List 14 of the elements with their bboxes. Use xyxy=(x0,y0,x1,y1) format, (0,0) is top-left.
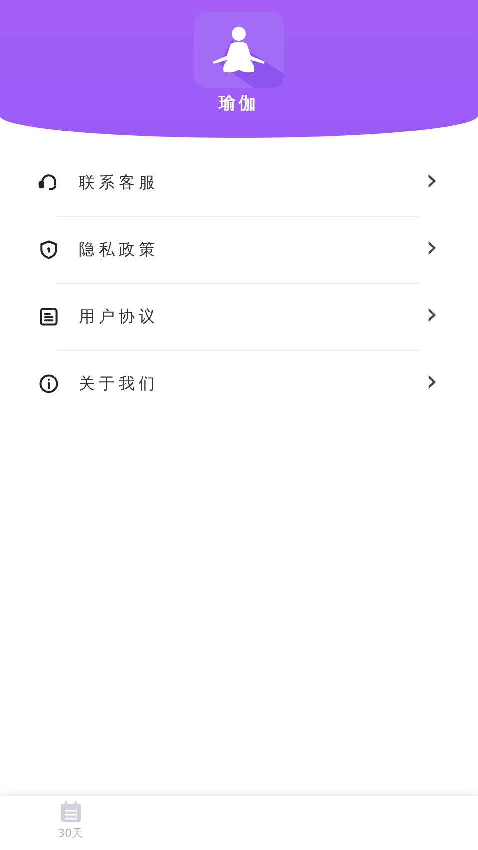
info-icon xyxy=(38,373,60,395)
menu-item[interactable]: 用户协议 › xyxy=(0,284,478,350)
chevron-icon: › xyxy=(426,166,438,196)
menu-item[interactable]: 联系客服 › xyxy=(0,150,478,216)
app-logo-icon xyxy=(194,12,284,88)
calendar-icon xyxy=(60,801,82,823)
shield-lock-icon xyxy=(38,239,60,261)
app-name: 瑜伽 xyxy=(219,93,259,115)
chevron-icon: › xyxy=(426,367,438,397)
chevron-icon: › xyxy=(426,233,438,263)
menu-item[interactable]: 隐私政策 › xyxy=(0,217,478,283)
document-icon xyxy=(38,306,60,328)
menu-item[interactable]: 关于我们 › xyxy=(0,351,478,417)
chevron-icon: › xyxy=(426,300,438,330)
